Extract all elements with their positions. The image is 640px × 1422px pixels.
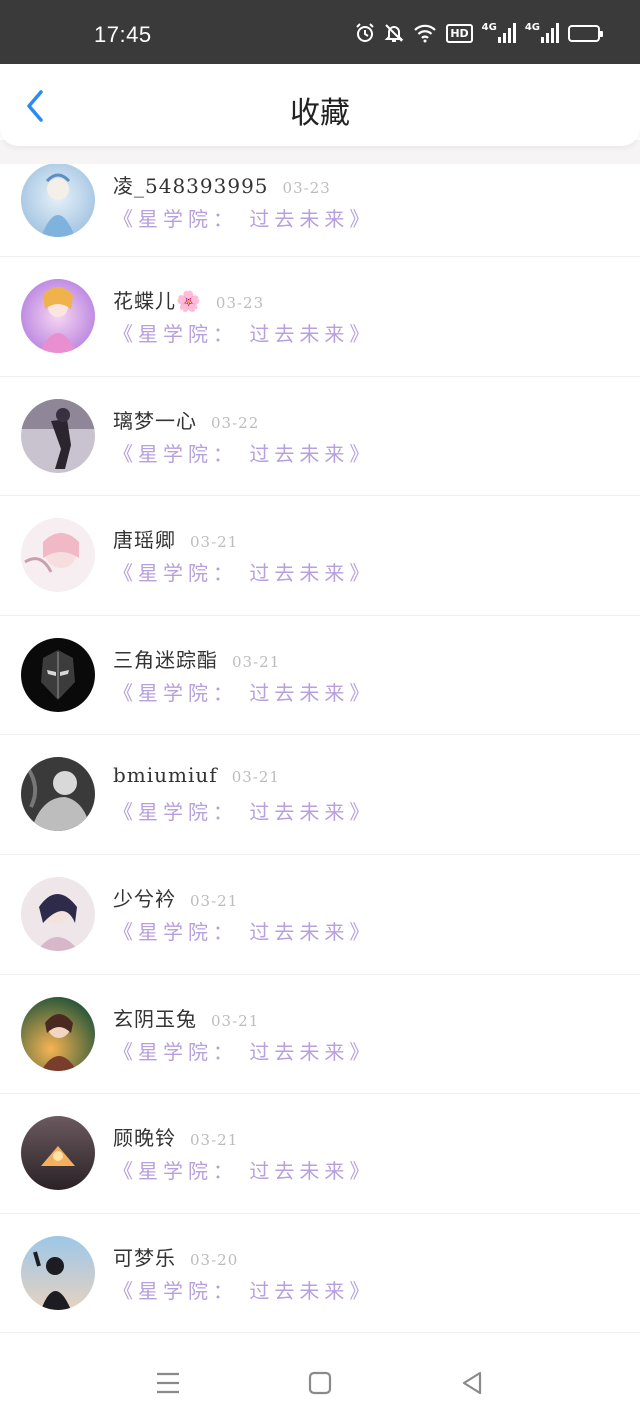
name-line: 少兮衿 03-21 xyxy=(113,883,238,912)
user-name: 可梦乐 xyxy=(113,1245,176,1270)
menu-icon xyxy=(157,1372,179,1394)
book-title-link[interactable]: 《星学院： 过去未来》 xyxy=(113,1036,374,1065)
user-date: 03-21 xyxy=(190,891,239,910)
avatar[interactable] xyxy=(21,163,95,237)
home-button[interactable] xyxy=(300,1366,340,1400)
wifi-icon xyxy=(413,22,437,44)
user-name: 玄阴玉兔 xyxy=(113,1006,197,1031)
list-item[interactable]: 唐瑶卿 03-21 《星学院： 过去未来》 xyxy=(0,496,640,616)
avatar[interactable] xyxy=(21,996,95,1071)
book-title-link[interactable]: 《星学院： 过去未来》 xyxy=(113,796,374,825)
avatar[interactable] xyxy=(21,398,95,473)
avatar[interactable] xyxy=(21,1235,95,1310)
book-title-link[interactable]: 《星学院： 过去未来》 xyxy=(113,1155,374,1184)
hd-icon: HD xyxy=(446,23,473,43)
book-title-link[interactable]: 《星学院： 过去未来》 xyxy=(113,677,374,706)
avatar[interactable] xyxy=(21,876,95,951)
user-name: 少兮衿 xyxy=(113,886,176,911)
user-date: 03-21 xyxy=(190,533,239,552)
book-title-link[interactable]: 《星学院： 过去未来》 xyxy=(113,203,374,232)
book-title-link[interactable]: 《星学院： 过去未来》 xyxy=(113,438,374,467)
user-name: 凌_548393995 xyxy=(113,174,269,198)
list-item[interactable]: 凌_548393995 03-23 《星学院： 过去未来》 xyxy=(0,161,640,257)
name-line: 三角迷踪酯 03-21 xyxy=(113,644,280,673)
user-date: 03-23 xyxy=(282,179,331,197)
avatar[interactable] xyxy=(21,518,95,593)
list-item[interactable]: 少兮衿 03-21 《星学院： 过去未来》 xyxy=(0,855,640,975)
alarm-icon xyxy=(355,22,375,44)
status-icons: HD 4G 4G xyxy=(355,22,603,44)
list-item[interactable]: 可梦乐 03-20 《星学院： 过去未来》 xyxy=(0,1214,640,1334)
menu-button[interactable] xyxy=(148,1366,188,1400)
avatar[interactable] xyxy=(21,757,95,832)
system-nav-bar xyxy=(0,1342,640,1422)
header: 收藏 xyxy=(0,64,640,146)
battery-icon xyxy=(568,24,603,42)
avatar[interactable] xyxy=(21,279,95,353)
net-label: 4G xyxy=(524,21,540,33)
list-item[interactable]: 花蝶儿🌸 03-23 《星学院： 过去未来》 xyxy=(0,257,640,377)
name-line: 璃梦一心 03-22 xyxy=(113,405,259,434)
list-item[interactable]: 三角迷踪酯 03-21 《星学院： 过去未来》 xyxy=(0,616,640,736)
mute-bell-icon xyxy=(384,22,404,44)
net-label: 4G xyxy=(481,21,497,33)
book-title-link[interactable]: 《星学院： 过去未来》 xyxy=(113,1275,374,1304)
list-item[interactable]: bmiumiuf 03-21 《星学院： 过去未来》 xyxy=(0,735,640,855)
name-line: 花蝶儿🌸 03-23 xyxy=(113,285,264,314)
user-date: 03-23 xyxy=(215,294,265,312)
name-line: 可梦乐 03-20 xyxy=(113,1242,238,1271)
user-date: 03-21 xyxy=(231,768,280,787)
user-name: 顾晚铃 xyxy=(113,1126,176,1151)
list-item[interactable]: 玄阴玉兔 03-21 《星学院： 过去未来》 xyxy=(0,975,640,1095)
signal-4g-icon: 4G xyxy=(525,22,559,44)
name-line: 凌_548393995 03-23 xyxy=(113,170,331,199)
list-item[interactable]: 璃梦一心 03-22 《星学院： 过去未来》 xyxy=(0,377,640,497)
user-date: 03-21 xyxy=(211,1011,260,1030)
user-name: bmiumiuf xyxy=(113,763,218,788)
user-name: 唐瑶卿 xyxy=(113,528,176,553)
back-nav-button[interactable] xyxy=(452,1366,492,1400)
avatar[interactable] xyxy=(21,637,95,712)
user-date: 03-21 xyxy=(232,652,281,671)
back-triangle-icon xyxy=(462,1371,482,1395)
user-name: 璃梦一心 xyxy=(113,408,197,433)
user-date: 03-20 xyxy=(190,1250,239,1269)
name-line: bmiumiuf 03-21 xyxy=(113,763,280,787)
book-title-link[interactable]: 《星学院： 过去未来》 xyxy=(113,318,374,347)
list-item[interactable]: 顾晚铃 03-21 《星学院： 过去未来》 xyxy=(0,1094,640,1214)
user-date: 03-22 xyxy=(211,413,260,432)
signal-4g-icon: 4G xyxy=(482,22,516,44)
favorites-list: 凌_548393995 03-23 《星学院： 过去未来》 花蝶儿🌸 03-23… xyxy=(0,161,640,1334)
user-name: 花蝶儿🌸 xyxy=(113,289,202,313)
user-date: 03-21 xyxy=(190,1131,239,1150)
status-bar: 17:45 HD 4G 4G xyxy=(0,0,640,64)
status-time: 17:45 xyxy=(94,22,152,47)
avatar[interactable] xyxy=(21,1116,95,1191)
book-title-link[interactable]: 《星学院： 过去未来》 xyxy=(113,916,374,945)
name-line: 唐瑶卿 03-21 xyxy=(113,524,238,553)
home-square-icon xyxy=(308,1371,332,1395)
page-title: 收藏 xyxy=(290,96,350,131)
name-line: 玄阴玉兔 03-21 xyxy=(113,1003,259,1032)
book-title-link[interactable]: 《星学院： 过去未来》 xyxy=(113,557,374,586)
name-line: 顾晚铃 03-21 xyxy=(113,1122,238,1151)
user-name: 三角迷踪酯 xyxy=(113,647,218,672)
